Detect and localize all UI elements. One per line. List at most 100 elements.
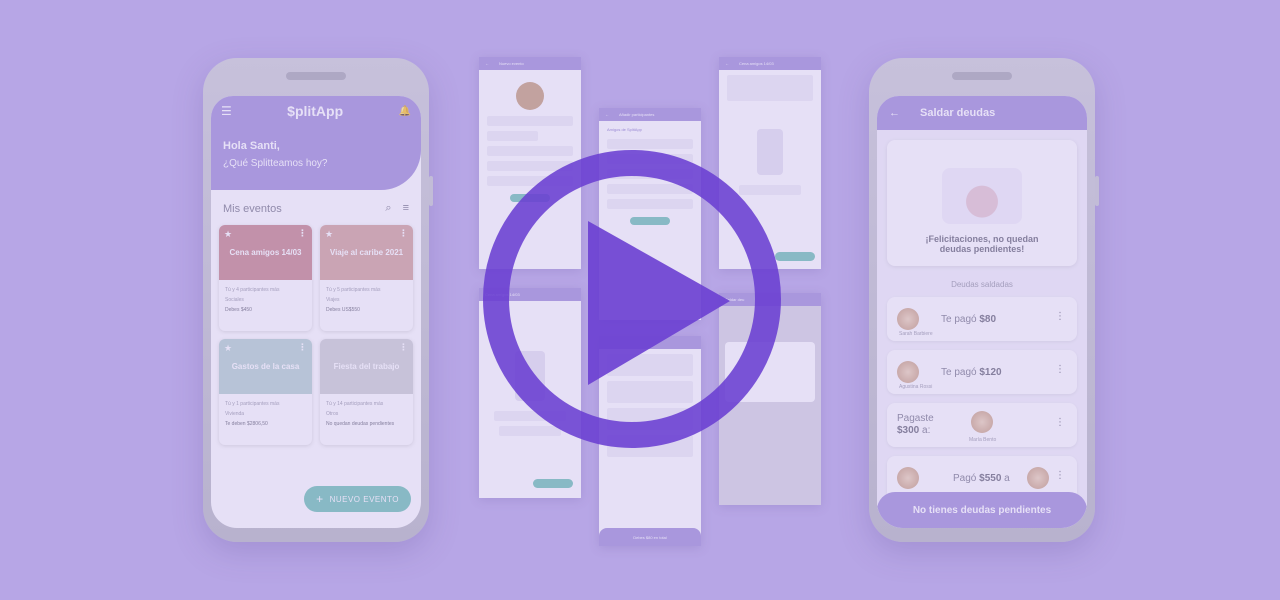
more-icon[interactable]: ⋮ [399, 342, 408, 353]
plus-icon: + [316, 492, 324, 506]
debt-suffix: a: [922, 425, 931, 436]
side-button [429, 176, 433, 206]
debt-suffix: a [1004, 472, 1010, 484]
more-icon[interactable]: ⋮ [1055, 311, 1065, 322]
event-card[interactable]: ⋮ Fiesta del trabajo Tú y 14 participant… [320, 339, 413, 445]
mockup-image [516, 82, 544, 110]
debt-amount: Pagó $550 a [953, 473, 1010, 484]
event-title: Viaje al caribe 2021 [329, 248, 404, 257]
event-meta: Tú y 1 participantes más Vivienda Te deb… [219, 394, 312, 434]
back-arrow-icon[interactable]: ← [889, 107, 900, 119]
banner-text: No tienes deudas pendientes [912, 504, 1052, 516]
bell-icon[interactable]: 🔔 [399, 106, 411, 117]
filter-icon[interactable]: ≡ [403, 202, 409, 214]
event-category: Viajes [326, 297, 340, 303]
back-icon: ← [485, 61, 489, 66]
congrats-card: ¡Felicitaciones, no quedan deudas pendie… [887, 140, 1077, 266]
mockup-title: Cena amigos 14/03 [739, 61, 774, 66]
event-image: ⋮ Fiesta del trabajo [320, 339, 413, 394]
app-bar: ← Saldar deudas [877, 96, 1087, 130]
debt-amount: Te pagó $80 [941, 314, 996, 325]
play-button-icon[interactable] [482, 149, 782, 449]
debt-text: Pagó [953, 472, 977, 484]
mockup-title: Añadir participantes [619, 112, 655, 117]
debt-name: Sarah Barbiere [899, 331, 933, 337]
avatar [1027, 467, 1049, 489]
mockup-fab [533, 479, 573, 488]
event-meta: Tú y 4 participantes más Sociales Debes … [219, 280, 312, 320]
mockup-bar: ← Cena amigos 14/03 [719, 57, 821, 70]
event-image: ★ ⋮ Gastos de la casa [219, 339, 312, 394]
debt-name: Agustina Rossi [899, 384, 933, 390]
event-image: ★ ⋮ Cena amigos 14/03 [219, 225, 312, 280]
star-icon[interactable]: ★ [325, 229, 333, 240]
event-image: ★ ⋮ Viaje al caribe 2021 [320, 225, 413, 280]
greeting-panel: Hola Santi, ¿Qué Splitteamos hoy? [211, 126, 421, 190]
event-title: Cena amigos 14/03 [229, 248, 302, 257]
greeting: Hola Santi, [223, 140, 280, 152]
side-button [1095, 176, 1099, 206]
mockup-bar: ← Nuevo evento [479, 57, 581, 70]
more-icon[interactable]: ⋮ [399, 228, 408, 239]
event-category: Vivienda [225, 411, 245, 417]
debt-text: Te pagó [941, 313, 977, 325]
play-triangle [588, 221, 730, 385]
new-event-label: NUEVO EVENTO [329, 494, 399, 504]
event-participants: Tú y 1 participantes más [225, 401, 280, 407]
debt-text: Pagaste [897, 413, 934, 424]
debt-row: Te pagó $80 Sarah Barbiere ⋮ [887, 297, 1077, 341]
back-icon: ← [725, 61, 729, 66]
search-icon[interactable]: ⌕ [385, 202, 391, 214]
congrats-message: ¡Felicitaciones, no quedan deudas pendie… [925, 234, 1039, 254]
header-actions: ⌕ ≡ [385, 202, 409, 215]
more-icon[interactable]: ⋮ [1055, 364, 1065, 375]
mockup-field [487, 116, 573, 126]
app-title: $plitApp [287, 103, 344, 119]
event-title: Fiesta del trabajo [333, 362, 400, 371]
event-meta: Tú y 5 participantes más Viajes Debes US… [320, 280, 413, 320]
debt-amount: Pagaste $300 a: [897, 413, 934, 437]
avatar [971, 411, 993, 433]
star-icon[interactable]: ★ [224, 229, 232, 240]
debt-text: Te pagó [941, 366, 977, 378]
event-balance: No quedan deudas pendientes [326, 421, 395, 427]
event-meta: Tú y 14 participantes más Otros No queda… [320, 394, 413, 434]
section-title: Mis eventos [223, 202, 282, 215]
left-screen: ☰ $plitApp 🔔 Hola Santi, ¿Qué Splitteamo… [211, 96, 421, 528]
celebration-illustration [942, 168, 1022, 224]
mockup-footer: Debes $80 en total [599, 528, 701, 546]
debt-value: $120 [979, 366, 1002, 378]
avatar [897, 467, 919, 489]
debt-value: $300 [897, 425, 920, 436]
avatar [897, 361, 919, 383]
right-phone: ← Saldar deudas ¡Felicitaciones, no qued… [869, 58, 1099, 542]
more-icon[interactable]: ⋮ [298, 228, 307, 239]
event-card[interactable]: ★ ⋮ Cena amigos 14/03 Tú y 4 participant… [219, 225, 312, 331]
event-participants: Tú y 14 participantes más [326, 401, 384, 407]
new-event-button[interactable]: + NUEVO EVENTO [304, 486, 411, 512]
menu-icon[interactable]: ☰ [221, 104, 232, 118]
event-balance: Debes US$550 [326, 307, 360, 313]
star-icon[interactable]: ★ [224, 343, 232, 354]
event-category: Sociales [225, 297, 244, 303]
events-grid: ★ ⋮ Cena amigos 14/03 Tú y 4 participant… [211, 221, 421, 449]
debt-value: $550 [979, 472, 1002, 484]
more-icon[interactable]: ⋮ [298, 342, 307, 353]
speaker [286, 72, 346, 80]
settle-body: ¡Felicitaciones, no quedan deudas pendie… [877, 130, 1087, 528]
avatar [897, 308, 919, 330]
event-card[interactable]: ★ ⋮ Gastos de la casa Tú y 1 participant… [219, 339, 312, 445]
debt-amount: Te pagó $120 [941, 367, 1002, 378]
event-title: Gastos de la casa [231, 362, 300, 371]
event-category: Otros [326, 411, 339, 417]
settled-label: Deudas saldadas [951, 280, 1013, 289]
more-icon[interactable]: ⋮ [1055, 417, 1065, 428]
more-icon[interactable]: ⋮ [1055, 470, 1065, 481]
mockup-footer-text: Debes $80 en total [633, 534, 667, 540]
mockup-row [607, 139, 693, 149]
event-card[interactable]: ★ ⋮ Viaje al caribe 2021 Tú y 5 particip… [320, 225, 413, 331]
debt-value: $80 [979, 313, 997, 325]
speaker [952, 72, 1012, 80]
page-title: Saldar deudas [920, 107, 996, 119]
app-bar: ☰ $plitApp 🔔 [211, 96, 421, 126]
